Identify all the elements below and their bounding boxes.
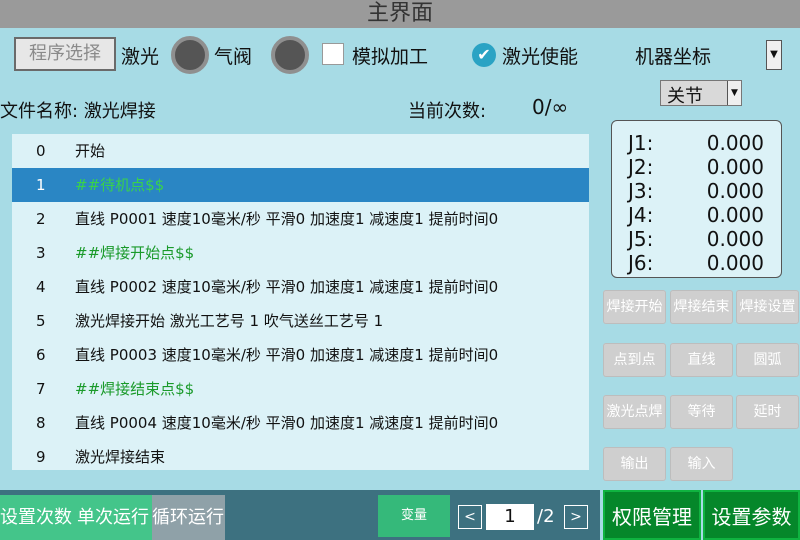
joint-coordinates-panel: J1: 0.000 J2: 0.000 J3: 0.000 J4: 0.000 … [611, 120, 782, 278]
program-row[interactable]: 7 ##焊接结束点$$ [12, 372, 589, 406]
arc-button[interactable]: 圆弧 [736, 343, 799, 377]
single-run-button[interactable]: 单次运行 [77, 495, 152, 540]
coord-system-dropdown-button[interactable]: ▼ [766, 40, 782, 70]
set-count-button[interactable]: 设置次数 [0, 495, 77, 540]
weld-start-button[interactable]: 焊接开始 [603, 290, 666, 324]
wait-button[interactable]: 等待 [670, 395, 733, 429]
row-number: 0 [36, 142, 46, 160]
program-row[interactable]: 8 直线 P0004 速度10毫米/秒 平滑0 加速度1 减速度1 提前时间0 [12, 406, 589, 440]
row-instruction: ##焊接结束点$$ [75, 380, 195, 398]
laser-enable-checkbox[interactable]: ✔ [472, 43, 496, 67]
point-to-point-button[interactable]: 点到点 [603, 343, 666, 377]
file-name-label: 文件名称: [0, 101, 79, 122]
program-row[interactable]: 4 直线 P0002 速度10毫米/秒 平滑0 加速度1 减速度1 提前时间0 [12, 270, 589, 304]
joint-mode-value: 关节 [667, 86, 703, 107]
row-instruction: 激光焊接开始 激光工艺号 1 吹气送丝工艺号 1 [75, 312, 384, 330]
chevron-right-icon: > [570, 509, 582, 525]
simulate-label: 模拟加工 [352, 46, 429, 68]
window-title: 主界面 [0, 0, 800, 28]
coord-value: 0.000 [706, 227, 764, 251]
row-number: 7 [36, 380, 46, 398]
coord-label: J5: [628, 227, 654, 251]
coord-label: J6: [628, 251, 654, 275]
coord-value: 0.000 [706, 131, 764, 155]
laser-indicator [171, 36, 209, 74]
row-number: 5 [36, 312, 46, 330]
coord-row-j4: J4: 0.000 [628, 203, 768, 227]
laser-label: 激光 [121, 46, 160, 68]
coord-label: J4: [628, 203, 654, 227]
loop-run-button[interactable]: 循环运行 [152, 495, 225, 540]
coord-row-j5: J5: 0.000 [628, 227, 768, 251]
file-name-value: 激光焊接 [83, 101, 156, 122]
row-number: 2 [36, 210, 46, 228]
file-name-text: 文件名称: 激光焊接 [0, 97, 156, 123]
program-row[interactable]: 9 激光焊接结束 [12, 440, 589, 474]
coord-system-select[interactable]: 机器坐标 [635, 42, 711, 69]
coord-label: J3: [628, 179, 654, 203]
row-instruction: ##待机点$$ [75, 176, 165, 194]
page-number-input[interactable]: 1 [486, 504, 534, 530]
row-number: 6 [36, 346, 46, 364]
program-select-button[interactable]: 程序选择 [14, 37, 116, 71]
laser-enable-label: 激光使能 [502, 46, 579, 68]
row-number: 4 [36, 278, 46, 296]
program-row[interactable]: 0 开始 [12, 134, 589, 168]
next-page-button[interactable]: > [564, 505, 588, 529]
row-instruction: 直线 P0003 速度10毫米/秒 平滑0 加速度1 减速度1 提前时间0 [75, 346, 499, 364]
coord-value: 0.000 [706, 251, 764, 275]
coord-row-j1: J1: 0.000 [628, 131, 768, 155]
file-info-bar: 文件名称: 激光焊接 当前次数: 0/∞ [0, 84, 598, 136]
program-row[interactable]: 6 直线 P0003 速度10毫米/秒 平滑0 加速度1 减速度1 提前时间0 [12, 338, 589, 372]
program-list[interactable]: 0 开始 1 ##待机点$$ 2 直线 P0001 速度10毫米/秒 平滑0 加… [12, 134, 589, 470]
triangle-down-icon[interactable]: ▼ [727, 81, 741, 105]
program-row[interactable]: 2 直线 P0001 速度10毫米/秒 平滑0 加速度1 减速度1 提前时间0 [12, 202, 589, 236]
program-row[interactable]: 5 激光焊接开始 激光工艺号 1 吹气送丝工艺号 1 [12, 304, 589, 338]
output-button[interactable]: 输出 [603, 447, 666, 481]
chevron-left-icon: < [464, 509, 476, 525]
variable-button[interactable]: 变量 [378, 495, 450, 537]
row-instruction: 直线 P0001 速度10毫米/秒 平滑0 加速度1 减速度1 提前时间0 [75, 210, 499, 228]
row-number: 3 [36, 244, 46, 262]
coord-value: 0.000 [706, 179, 764, 203]
triangle-down-icon: ▼ [770, 49, 778, 60]
row-instruction: 直线 P0004 速度10毫米/秒 平滑0 加速度1 减速度1 提前时间0 [75, 414, 499, 432]
row-number: 9 [36, 448, 46, 466]
input-button[interactable]: 输入 [670, 447, 733, 481]
row-instruction: 开始 [75, 142, 106, 160]
set-parameters-button[interactable]: 设置参数 [703, 490, 800, 540]
program-row-selected[interactable]: 1 ##待机点$$ [12, 168, 589, 202]
current-count-value: 0/∞ [532, 95, 569, 119]
simulate-checkbox[interactable] [322, 43, 344, 65]
laser-spot-weld-button[interactable]: 激光点焊 [603, 395, 666, 429]
delay-button[interactable]: 延时 [736, 395, 799, 429]
row-number: 8 [36, 414, 46, 432]
line-button[interactable]: 直线 [670, 343, 733, 377]
coord-label: J1: [628, 131, 654, 155]
program-row[interactable]: 3 ##焊接开始点$$ [12, 236, 589, 270]
permission-management-button[interactable]: 权限管理 [603, 490, 701, 540]
row-instruction: 直线 P0002 速度10毫米/秒 平滑0 加速度1 减速度1 提前时间0 [75, 278, 499, 296]
prev-page-button[interactable]: < [458, 505, 482, 529]
top-toolbar: 程序选择 激光 气阀 模拟加工 ✔ 激光使能 机器坐标 ▼ [0, 28, 800, 84]
coord-row-j3: J3: 0.000 [628, 179, 768, 203]
row-number: 1 [36, 176, 46, 194]
row-instruction: 激光焊接结束 [75, 448, 166, 466]
coord-label: J2: [628, 155, 654, 179]
coord-row-j6: J6: 0.000 [628, 251, 768, 275]
joint-mode-select[interactable]: 关节 ▼ [660, 80, 742, 107]
check-icon: ✔ [477, 45, 491, 64]
coord-value: 0.000 [706, 155, 764, 179]
valve-indicator [271, 36, 309, 74]
row-instruction: ##焊接开始点$$ [75, 244, 195, 262]
current-count-label: 当前次数: [408, 101, 487, 122]
coord-value: 0.000 [706, 203, 764, 227]
coord-row-j2: J2: 0.000 [628, 155, 768, 179]
total-pages: /2 [537, 506, 555, 527]
weld-end-button[interactable]: 焊接结束 [670, 290, 733, 324]
weld-settings-button[interactable]: 焊接设置 [736, 290, 799, 324]
valve-label: 气阀 [214, 46, 253, 68]
